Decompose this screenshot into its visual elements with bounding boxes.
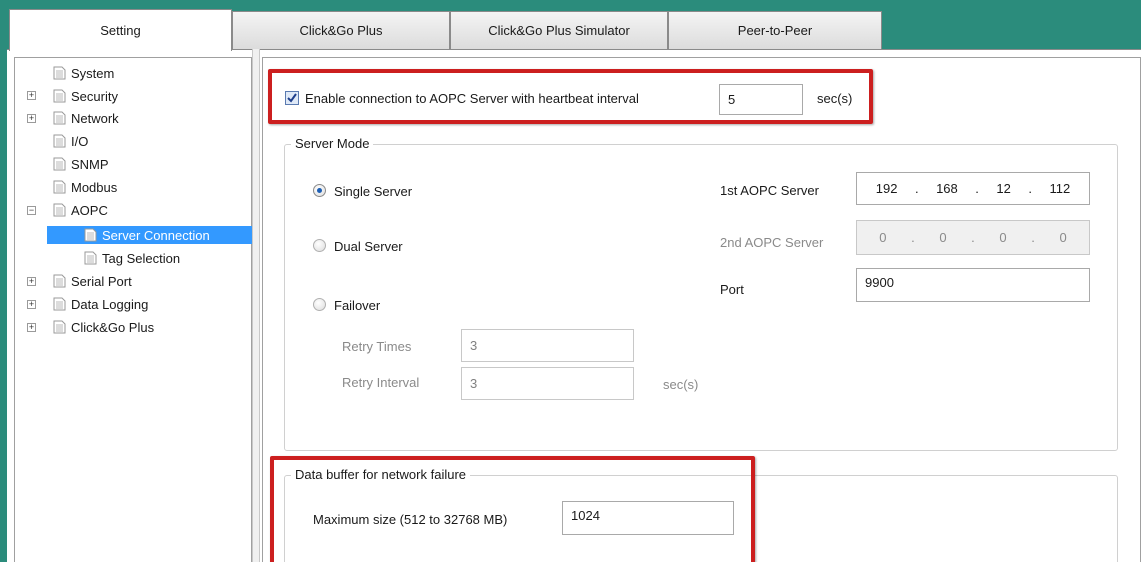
document-icon (53, 89, 66, 103)
document-icon (53, 203, 66, 217)
ip-octet: 0 (999, 230, 1007, 245)
tree-item-label: AOPC (71, 202, 108, 218)
document-icon (53, 134, 66, 148)
tab-click-go-plus[interactable]: Click&Go Plus (232, 11, 450, 49)
ip-octet: 0 (939, 230, 947, 245)
document-icon (84, 251, 97, 265)
single-server-label: Single Server (334, 184, 413, 199)
retry-interval-value: 3 (470, 376, 478, 391)
tree-item-io[interactable]: I/O (53, 132, 88, 150)
tab-label: Click&Go Plus Simulator (488, 23, 630, 38)
first-server-ip-input[interactable]: 192. 168. 12. 112 (856, 172, 1090, 205)
tree-item-system[interactable]: System (53, 64, 114, 82)
retry-interval-input[interactable]: 3 (461, 367, 634, 400)
retry-times-label: Retry Times (342, 339, 412, 354)
retry-times-input[interactable]: 3 (461, 329, 634, 362)
document-icon (53, 297, 66, 311)
port-input[interactable]: 9900 (856, 268, 1090, 302)
ip-octet: 12 (996, 181, 1011, 196)
app-window: Setting Click&Go Plus Click&Go Plus Simu… (0, 0, 1141, 562)
panel-splitter[interactable] (252, 49, 260, 562)
tree-item-click-go-plus[interactable]: Click&Go Plus (53, 318, 154, 336)
ip-octet: 192 (875, 181, 898, 196)
tab-peer-to-peer[interactable]: Peer-to-Peer (668, 11, 882, 49)
first-server-label: 1st AOPC Server (720, 183, 819, 198)
group-title: Server Mode (291, 136, 374, 151)
retry-interval-label: Retry Interval (342, 375, 420, 390)
tab-label: Peer-to-Peer (737, 23, 813, 38)
second-server-ip-input[interactable]: 0. 0. 0. 0 (856, 220, 1090, 255)
tree-item-label: Data Logging (71, 296, 149, 312)
retry-interval-unit: sec(s) (663, 377, 699, 392)
ip-dot: . (914, 181, 919, 196)
tree-item-label: Modbus (71, 179, 118, 195)
tab-label: Setting (100, 23, 141, 38)
tree-item-label: Click&Go Plus (71, 319, 155, 335)
dual-server-label: Dual Server (334, 239, 403, 254)
expand-icon[interactable]: + (27, 300, 36, 309)
tab-label: Click&Go Plus (299, 23, 383, 38)
tree-item-label: I/O (71, 133, 89, 149)
tree-item-snmp[interactable]: SNMP (53, 155, 109, 173)
document-icon (84, 228, 97, 242)
tree-item-data-logging[interactable]: Data Logging (53, 295, 148, 313)
port-label: Port (720, 282, 744, 297)
tree-item-label: Security (71, 88, 118, 104)
single-server-radio[interactable] (313, 184, 326, 197)
tree-item-security[interactable]: Security (53, 87, 118, 105)
collapse-icon[interactable]: − (27, 206, 36, 215)
document-icon (53, 180, 66, 194)
dual-server-radio[interactable] (313, 239, 326, 252)
tree-item-label: SNMP (71, 156, 109, 172)
highlight-box-data-buffer (270, 456, 755, 562)
document-icon (53, 157, 66, 171)
expand-icon[interactable]: + (27, 277, 36, 286)
document-icon (53, 66, 66, 80)
expand-icon[interactable]: + (27, 91, 36, 100)
tree-item-label: System (71, 65, 115, 81)
tree-item-label: Server Connection (102, 227, 210, 243)
tab-click-go-plus-simulator[interactable]: Click&Go Plus Simulator (450, 11, 668, 49)
ip-octet: 0 (879, 230, 887, 245)
settings-tree: System + Security + Network I/O SNMP Mod… (14, 57, 252, 562)
ip-dot: . (971, 230, 975, 245)
tree-item-label: Serial Port (71, 273, 132, 289)
document-icon (53, 111, 66, 125)
tree-item-label: Tag Selection (102, 250, 181, 266)
ip-dot: . (975, 181, 979, 196)
ip-dot: . (1031, 230, 1035, 245)
tab-setting[interactable]: Setting (9, 9, 232, 51)
ip-dot: . (911, 230, 915, 245)
tree-item-network[interactable]: Network (53, 109, 119, 127)
ip-octet: 112 (1049, 181, 1071, 196)
expand-icon[interactable]: + (27, 114, 36, 123)
tree-item-tag-selection[interactable]: Tag Selection (84, 249, 180, 267)
tree-item-modbus[interactable]: Modbus (53, 178, 117, 196)
document-icon (53, 274, 66, 288)
failover-label: Failover (334, 298, 381, 313)
ip-octet: 0 (1059, 230, 1067, 245)
tree-item-server-connection[interactable]: Server Connection (47, 226, 252, 244)
highlight-box-heartbeat (268, 69, 873, 124)
tree-item-aopc[interactable]: AOPC (53, 201, 108, 219)
ip-dot: . (1028, 181, 1032, 196)
tree-item-serial-port[interactable]: Serial Port (53, 272, 132, 290)
retry-times-value: 3 (470, 338, 478, 353)
second-server-label: 2nd AOPC Server (720, 235, 824, 250)
ip-octet: 168 (936, 181, 958, 196)
failover-radio[interactable] (313, 298, 326, 311)
tree-item-label: Network (71, 110, 119, 126)
left-border (0, 0, 7, 562)
expand-icon[interactable]: + (27, 323, 36, 332)
port-value: 9900 (865, 275, 894, 290)
document-icon (53, 320, 66, 334)
